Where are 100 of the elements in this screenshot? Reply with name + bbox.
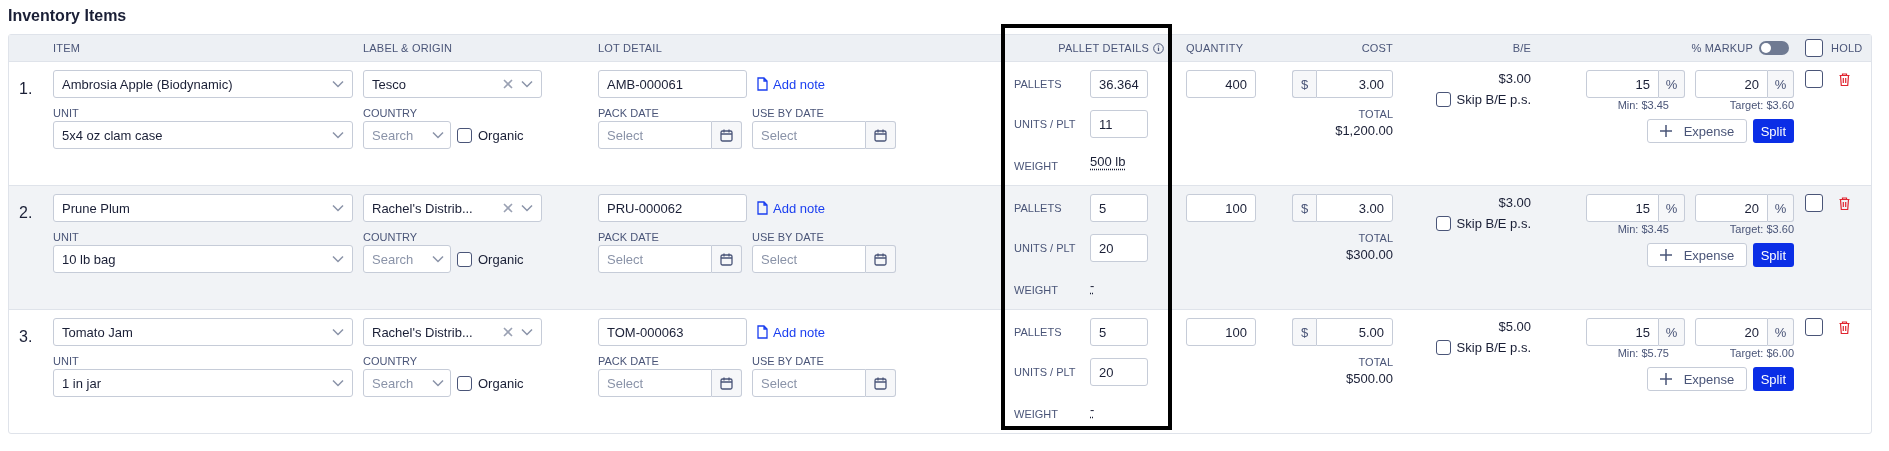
calendar-button[interactable] [712,369,742,397]
organic-checkbox[interactable] [457,375,472,391]
percent-addon: % [1768,318,1794,346]
pack-date-field[interactable]: Select [598,121,712,149]
hold-checkbox[interactable] [1805,70,1823,88]
add-expense-button[interactable]: Expense [1646,243,1747,267]
cost-field[interactable]: 5.00 [1316,318,1393,346]
calendar-icon [720,376,733,390]
field-label: PACK DATE [598,107,660,119]
chevron-icon [521,328,533,336]
cost-field[interactable]: 3.00 [1316,194,1393,222]
total-value: $1,200.00 [1335,123,1393,138]
label-select[interactable]: Rachel's Distrib... [363,318,542,346]
skip-checkbox[interactable] [1435,340,1451,355]
column-header: ITEM [53,42,81,54]
min-markup-field[interactable]: 15 [1586,70,1659,98]
chevron-icon [332,204,344,212]
calendar-icon [874,252,887,266]
clear-icon[interactable] [503,203,513,213]
label-select[interactable]: Tesco [363,70,542,98]
unit-select[interactable]: 10 lb bag [53,245,353,273]
quantity-field[interactable]: 400 [1186,70,1256,98]
pack-date-field[interactable]: Select [598,245,712,273]
split-button[interactable]: Split [1752,243,1794,267]
percent-addon: % [1659,194,1685,222]
hold-checkbox[interactable] [1805,318,1823,336]
use-by-date-field[interactable]: Select [752,245,866,273]
chevron-icon [332,131,344,139]
trash-icon[interactable] [1839,320,1850,334]
pallets-field[interactable]: 5 [1090,194,1148,222]
units-per-pallet-field[interactable]: 20 [1090,358,1148,386]
skip-checkbox[interactable] [1435,216,1451,231]
pallets-field[interactable]: 36.364 [1090,70,1148,98]
plus-icon [1659,125,1672,137]
unit-select[interactable]: 1 in jar [53,369,353,397]
skip-checkbox[interactable] [1435,92,1451,107]
clear-icon[interactable] [503,327,513,337]
min-markup-field[interactable]: 15 [1586,318,1659,346]
add-expense-button[interactable]: Expense [1646,367,1747,391]
hold-all-checkbox[interactable] [1805,39,1823,57]
split-button[interactable]: Split [1752,367,1794,391]
markup-toggle[interactable] [1759,41,1789,55]
field-label: UNIT [53,231,80,243]
checkbox-label: Skip B/E p.s. [1456,340,1531,355]
checkbox-label: Skip B/E p.s. [1456,216,1531,231]
add-note-link[interactable]: Add note [757,324,826,340]
unit-select[interactable]: 5x4 oz clam case [53,121,353,149]
pack-date-field[interactable]: Select [598,369,712,397]
percent-addon: % [1659,70,1685,98]
field-label: USE BY DATE [752,355,824,367]
trash-icon[interactable] [1839,196,1850,210]
break-even-value: $3.00 [1498,71,1531,86]
cost-field[interactable]: 3.00 [1316,70,1393,98]
organic-checkbox[interactable] [457,127,472,143]
field-label: PACK DATE [598,231,660,243]
column-header: COST [1361,42,1393,54]
plus-icon [1659,373,1672,385]
add-note-link[interactable]: Add note [757,76,826,92]
info-icon[interactable] [1153,42,1164,54]
chevron-icon [432,255,444,263]
country-select[interactable]: Search [363,121,451,149]
target-markup-field[interactable]: 20 [1695,318,1768,346]
field-label: UNIT [53,355,80,367]
add-expense-button[interactable]: Expense [1646,119,1747,143]
organic-checkbox[interactable] [457,251,472,267]
target-markup-field[interactable]: 20 [1695,194,1768,222]
lot-field[interactable]: AMB-000061 [598,70,747,98]
hold-checkbox[interactable] [1805,194,1823,212]
calendar-button[interactable] [866,245,896,273]
use-by-date-field[interactable]: Select [752,369,866,397]
lot-field[interactable]: PRU-000062 [598,194,747,222]
quantity-field[interactable]: 100 [1186,318,1256,346]
quantity-field[interactable]: 100 [1186,194,1256,222]
weight-value[interactable]: - [1090,267,1095,293]
weight-value[interactable]: 500 lb [1090,143,1126,169]
item-select[interactable]: Tomato Jam [53,318,353,346]
pallets-field[interactable]: 5 [1090,318,1148,346]
use-by-date-field[interactable]: Select [752,121,866,149]
add-note-link[interactable]: Add note [757,200,826,216]
calendar-button[interactable] [866,369,896,397]
country-select[interactable]: Search [363,245,451,273]
units-per-pallet-field[interactable]: 11 [1090,110,1148,138]
min-markup-field[interactable]: 15 [1586,194,1659,222]
target-markup-field[interactable]: 20 [1695,70,1768,98]
country-select[interactable]: Search [363,369,451,397]
chevron-icon [332,328,344,336]
weight-value[interactable]: - [1090,391,1095,417]
label-select[interactable]: Rachel's Distrib... [363,194,542,222]
units-per-pallet-field[interactable]: 20 [1090,234,1148,262]
clear-icon[interactable] [503,79,513,89]
chevron-icon [332,80,344,88]
trash-icon[interactable] [1839,72,1850,86]
item-select[interactable]: Prune Plum [53,194,353,222]
total-value: $300.00 [1346,247,1393,262]
item-select[interactable]: Ambrosia Apple (Biodynamic) [53,70,353,98]
calendar-button[interactable] [712,245,742,273]
split-button[interactable]: Split [1752,119,1794,143]
calendar-button[interactable] [712,121,742,149]
calendar-button[interactable] [866,121,896,149]
lot-field[interactable]: TOM-000063 [598,318,747,346]
